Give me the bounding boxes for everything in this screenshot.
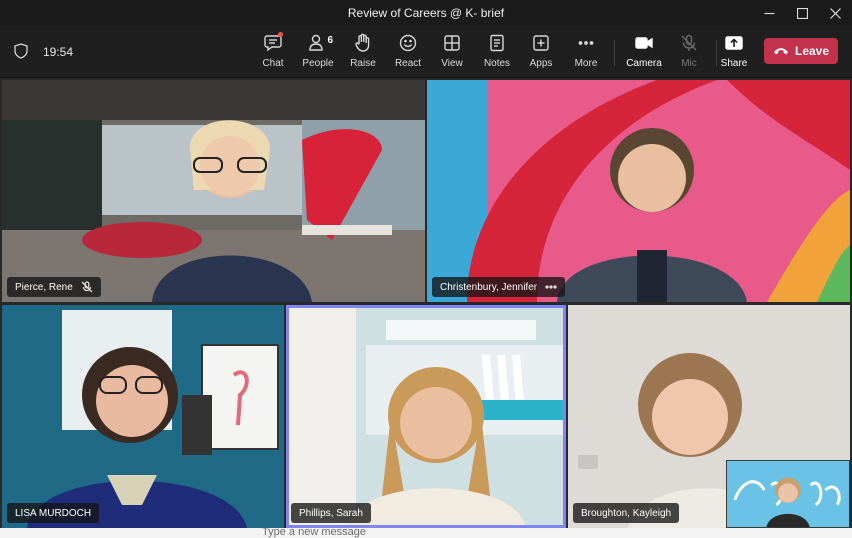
mic-button[interactable]: Mic (667, 32, 711, 74)
raise-hand-icon (355, 33, 370, 52)
message-compose-box[interactable]: Type a new message (0, 528, 852, 538)
mic-off-icon (681, 34, 697, 51)
brick-wall-video-feed (427, 80, 850, 302)
camera-button[interactable]: Camera (622, 32, 666, 74)
participant-name-chip: Phillips, Sarah (291, 503, 371, 523)
leave-button[interactable]: Leave (764, 38, 838, 64)
chat-label: Chat (262, 58, 284, 69)
close-icon (830, 7, 841, 19)
teams-meeting-window: Review of Careers @ K- brief 19:54 Chat (0, 0, 852, 538)
hang-up-icon (773, 48, 788, 55)
people-button[interactable]: 6 People (296, 32, 340, 74)
notification-dot (278, 32, 283, 37)
maximize-icon (797, 7, 808, 19)
participant-name: Phillips, Sarah (299, 507, 363, 519)
meeting-toolbar: 19:54 Chat 6 People Raise React View Not… (0, 26, 852, 78)
notes-icon (490, 34, 504, 52)
view-icon (444, 35, 460, 51)
maximize-button[interactable] (786, 0, 819, 26)
react-icon (399, 34, 417, 52)
participant-name: Pierce, Rene (15, 281, 73, 293)
self-view-preview[interactable] (726, 460, 850, 528)
react-label: React (394, 58, 422, 69)
video-tile-phillips-sarah[interactable]: Phillips, Sarah (286, 305, 566, 528)
shield-icon[interactable] (14, 43, 28, 59)
participant-name: LISA MURDOCH (15, 507, 92, 519)
window-title: Review of Careers @ K- brief (347, 6, 505, 20)
notes-button[interactable]: Notes (475, 32, 519, 74)
people-icon (309, 34, 323, 51)
raise-label: Raise (350, 58, 376, 69)
participant-name-chip: LISA MURDOCH (7, 503, 100, 523)
apps-icon (533, 35, 549, 51)
share-icon (725, 36, 743, 50)
minimize-button[interactable] (753, 0, 786, 26)
office-glass-video-feed (286, 305, 566, 528)
view-label: View (441, 58, 463, 69)
mic-muted-icon (81, 281, 93, 293)
more-button[interactable]: More (564, 32, 608, 74)
people-label: People (302, 58, 334, 69)
toolbar-divider (614, 40, 615, 66)
react-button[interactable]: React (386, 32, 430, 74)
leave-label: Leave (794, 44, 830, 58)
title-bar: Review of Careers @ K- brief (0, 0, 852, 26)
mic-label: Mic (681, 58, 697, 69)
video-tile-lisa-murdoch[interactable]: LISA MURDOCH (2, 305, 284, 528)
window-controls (753, 0, 852, 26)
more-label: More (574, 58, 598, 69)
apps-button[interactable]: Apps (519, 32, 563, 74)
apps-label: Apps (529, 58, 553, 69)
self-view-feed (727, 461, 849, 527)
participant-name: Christenbury, Jennifer (440, 281, 538, 293)
view-button[interactable]: View (430, 32, 474, 74)
participant-name-chip: Pierce, Rene (7, 277, 101, 297)
share-label: Share (720, 58, 748, 69)
camera-label: Camera (626, 58, 662, 69)
chat-button[interactable]: Chat (251, 32, 295, 74)
home-office-video-feed (2, 305, 284, 528)
notes-label: Notes (483, 58, 511, 69)
more-icon (578, 41, 594, 45)
share-button[interactable]: Share (712, 32, 756, 74)
camera-icon (635, 37, 653, 49)
raise-hand-button[interactable]: Raise (341, 32, 385, 74)
video-tile-pierce-rene[interactable]: Pierce, Rene (2, 80, 425, 302)
participant-name: Broughton, Kayleigh (581, 507, 672, 519)
meeting-timer: 19:54 (43, 45, 74, 59)
participant-name-chip: Broughton, Kayleigh (573, 503, 680, 523)
participant-name-chip: Christenbury, Jennifer (432, 277, 566, 297)
video-tile-christenbury-jennifer[interactable]: Christenbury, Jennifer (427, 80, 850, 302)
people-count-badge: 6 (327, 35, 333, 46)
office-video-feed (2, 80, 425, 302)
minimize-icon (764, 12, 775, 14)
more-options-icon[interactable] (545, 285, 557, 289)
compose-placeholder: Type a new message (262, 528, 366, 538)
close-window-button[interactable] (819, 0, 852, 26)
